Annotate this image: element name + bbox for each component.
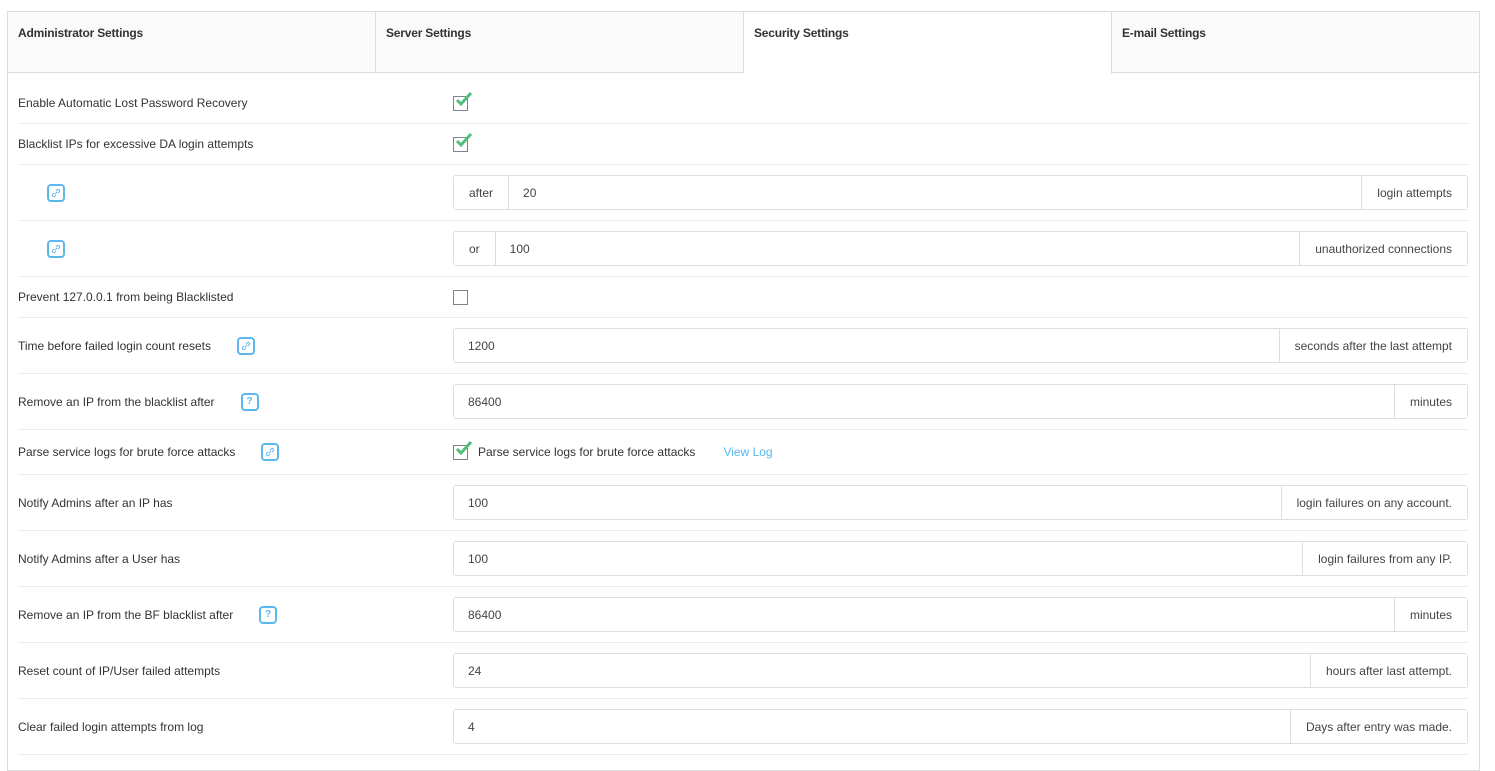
reset-count-suffix: hours after last attempt. xyxy=(1309,654,1467,687)
setting-label: Parse service logs for brute force attac… xyxy=(18,445,236,459)
remove-bf-blacklist-input[interactable] xyxy=(454,598,1394,631)
unauthorized-connections-group: or unauthorized connections xyxy=(453,231,1468,266)
login-attempts-suffix: login attempts xyxy=(1361,176,1467,209)
setting-label: Reset count of IP/User failed attempts xyxy=(18,663,221,678)
tab-security-settings[interactable]: Security Settings xyxy=(744,12,1112,74)
failed-login-reset-group: seconds after the last attempt xyxy=(453,328,1468,363)
setting-row-unauthorized-connections: or unauthorized connections xyxy=(18,221,1469,277)
notify-ip-suffix: login failures on any account. xyxy=(1280,486,1467,519)
setting-label: Notify Admins after an IP has xyxy=(18,495,173,510)
notify-user-suffix: login failures from any IP. xyxy=(1302,542,1467,575)
remove-bf-blacklist-group: minutes xyxy=(453,597,1468,632)
tab-email-settings[interactable]: E-mail Settings xyxy=(1112,12,1479,72)
settings-tabs: Administrator Settings Server Settings S… xyxy=(8,12,1479,74)
setting-row-auto-lost-password: Enable Automatic Lost Password Recovery xyxy=(18,73,1469,124)
notify-user-input[interactable] xyxy=(454,542,1303,575)
setting-label: Prevent 127.0.0.1 from being Blacklisted xyxy=(18,290,234,304)
unauthorized-connections-suffix: unauthorized connections xyxy=(1299,232,1467,265)
setting-row-after-attempts: after login attempts xyxy=(18,165,1469,221)
prevent-localhost-checkbox[interactable] xyxy=(453,289,468,305)
failed-login-reset-suffix: seconds after the last attempt xyxy=(1278,329,1467,362)
checkmark-icon xyxy=(455,132,473,147)
security-settings-form: Enable Automatic Lost Password Recovery … xyxy=(8,73,1479,755)
help-icon[interactable]: ? xyxy=(259,605,278,624)
setting-label: Blacklist IPs for excessive DA login att… xyxy=(18,137,254,151)
setting-label: Notify Admins after a User has xyxy=(18,551,181,566)
parse-logs-checkbox[interactable] xyxy=(453,440,473,460)
after-prefix: after xyxy=(454,176,510,209)
reset-count-group: hours after last attempt. xyxy=(453,653,1468,688)
setting-label: Remove an IP from the BF blacklist after xyxy=(18,607,234,622)
or-prefix: or xyxy=(454,232,496,265)
after-attempts-group: after login attempts xyxy=(453,175,1468,210)
reset-count-input[interactable] xyxy=(454,654,1310,687)
setting-row-parse-logs: Parse service logs for brute force attac… xyxy=(18,430,1469,475)
setting-row-prevent-localhost: Prevent 127.0.0.1 from being Blacklisted xyxy=(18,277,1469,318)
settings-panel: Administrator Settings Server Settings S… xyxy=(7,11,1480,771)
setting-label: Enable Automatic Lost Password Recovery xyxy=(18,96,248,110)
link-icon[interactable] xyxy=(237,336,255,355)
auto-lost-password-checkbox[interactable] xyxy=(453,91,473,111)
checkmark-icon xyxy=(455,91,473,106)
notify-ip-group: login failures on any account. xyxy=(453,485,1468,520)
failed-login-reset-input[interactable] xyxy=(454,329,1279,362)
clear-failed-input[interactable] xyxy=(454,710,1290,743)
clear-failed-group: Days after entry was made. xyxy=(453,709,1468,744)
setting-row-blacklist-ips: Blacklist IPs for excessive DA login att… xyxy=(18,124,1469,165)
setting-row-clear-failed: Clear failed login attempts from log Day… xyxy=(18,699,1469,755)
setting-row-remove-bf-blacklist: Remove an IP from the BF blacklist after… xyxy=(18,587,1469,643)
link-icon[interactable] xyxy=(47,183,65,202)
tab-server-settings[interactable]: Server Settings xyxy=(376,12,744,72)
help-icon[interactable]: ? xyxy=(240,392,259,411)
tab-administrator-settings[interactable]: Administrator Settings xyxy=(8,12,376,72)
setting-label: Clear failed login attempts from log xyxy=(18,719,204,734)
notify-user-group: login failures from any IP. xyxy=(453,541,1468,576)
checkmark-icon xyxy=(455,440,473,455)
view-log-link[interactable]: View Log xyxy=(723,445,772,459)
clear-failed-suffix: Days after entry was made. xyxy=(1289,710,1467,743)
blacklist-ips-checkbox[interactable] xyxy=(453,132,473,152)
login-attempts-input[interactable] xyxy=(509,176,1362,209)
remove-ip-blacklist-group: minutes xyxy=(453,384,1468,419)
remove-ip-blacklist-suffix: minutes xyxy=(1393,385,1467,418)
setting-row-notify-ip: Notify Admins after an IP has login fail… xyxy=(18,475,1469,531)
setting-row-remove-ip-blacklist: Remove an IP from the blacklist after ? … xyxy=(18,374,1469,430)
setting-row-reset-count: Reset count of IP/User failed attempts h… xyxy=(18,643,1469,699)
setting-row-failed-login-reset: Time before failed login count resets se… xyxy=(18,318,1469,374)
setting-row-notify-user: Notify Admins after a User has login fai… xyxy=(18,531,1469,587)
remove-bf-blacklist-suffix: minutes xyxy=(1393,598,1467,631)
parse-logs-checkbox-label[interactable]: Parse service logs for brute force attac… xyxy=(478,445,695,459)
link-icon[interactable] xyxy=(47,239,65,258)
setting-label: Remove an IP from the blacklist after xyxy=(18,394,215,409)
remove-ip-blacklist-input[interactable] xyxy=(454,385,1394,418)
link-icon[interactable] xyxy=(261,443,280,461)
notify-ip-input[interactable] xyxy=(454,486,1281,519)
unauthorized-connections-input[interactable] xyxy=(495,232,1300,265)
setting-label: Time before failed login count resets xyxy=(18,338,211,353)
